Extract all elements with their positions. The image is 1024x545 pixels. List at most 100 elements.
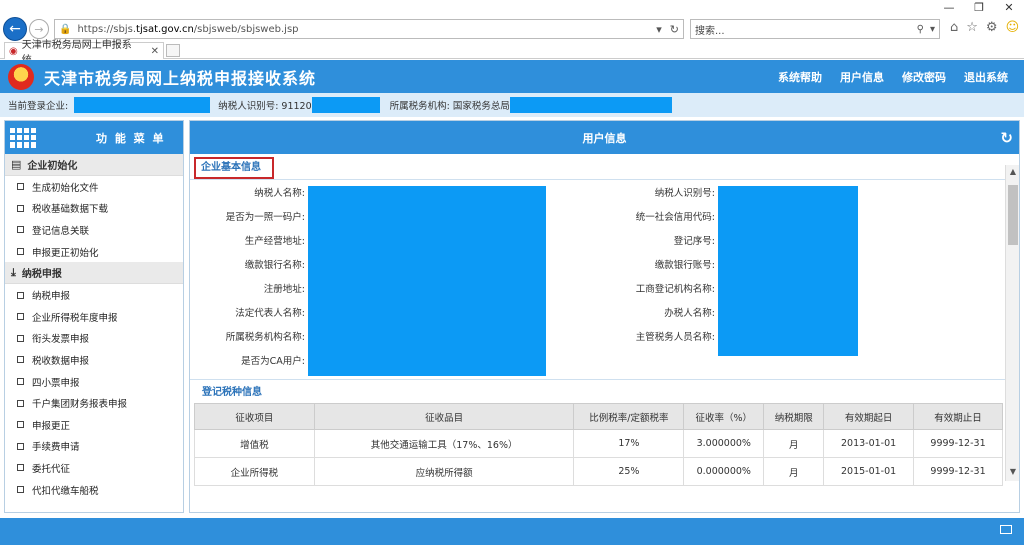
menu-item[interactable]: 四小票申报 (5, 371, 183, 393)
menu-item[interactable]: 手续费申请 (5, 436, 183, 458)
menu-item[interactable]: 企业所得税年度申报 (5, 306, 183, 328)
bullet-square-icon (17, 334, 24, 342)
section-basic-info-title: 企业基本信息 (201, 162, 261, 173)
app-header: 天津市税务局网上纳税申报接收系统 系统帮助 用户信息 修改密码 退出系统 (0, 60, 1024, 93)
grid-menu-icon (10, 127, 36, 148)
close-button[interactable]: ✕ (994, 0, 1024, 16)
redacted-right-values (718, 186, 858, 356)
settings-gear-icon[interactable]: ⚙ (986, 20, 998, 35)
bullet-square-icon (17, 204, 24, 212)
forward-arrow-icon: → (34, 22, 44, 36)
home-icon[interactable]: ⌂ (950, 20, 958, 35)
tax-type-table: 征收项目 征收品目 比例税率/定额税率 征收率（%） 纳税期限 有效期起日 有效… (194, 403, 1003, 486)
menu-item-label: 手续费申请 (32, 442, 80, 454)
table-row: 增值税 其他交通运输工具（17%、16%） 17% 3.000000% 月 20… (194, 429, 1003, 458)
bullet-square-icon (17, 421, 24, 429)
bullet-square-icon (17, 183, 24, 191)
field-label: 统一社会信用代码: (635, 212, 715, 223)
menu-item-label: 生成初始化文件 (32, 182, 99, 194)
menu-item[interactable]: 委托代征 (5, 457, 183, 479)
mail-icon[interactable] (1000, 525, 1012, 534)
panel-header: 用户信息 ↻ (190, 121, 1019, 154)
scroll-up-icon[interactable]: ▲ (1006, 167, 1019, 179)
bullet-square-icon (17, 248, 24, 256)
restore-button[interactable]: ❐ (964, 0, 994, 16)
search-icon[interactable]: ⚲ (917, 24, 924, 35)
taxpayer-id-label: 纳税人识别号: 91120 (218, 101, 312, 112)
tab-close-icon[interactable]: ✕ (151, 46, 159, 57)
field-label: 纳税人识别号: (654, 188, 715, 199)
scroll-thumb[interactable] (1008, 185, 1018, 245)
menu-item[interactable]: 纳税申报 (5, 284, 183, 306)
col-header: 有效期止日 (913, 403, 1003, 430)
field-label: 注册地址: (263, 284, 305, 295)
menu-item[interactable]: 衔头发票申报 (5, 328, 183, 350)
logout-link[interactable]: 退出系统 (964, 69, 1008, 85)
section-tax-type-title: 登记税种信息 (190, 379, 1005, 401)
field-label: 缴款银行名称: (244, 260, 305, 271)
browser-toolbar: ⌂ ☆ ⚙ ☺ (950, 20, 1019, 35)
url-path: /sbjsweb/sbjsweb.jsp (193, 23, 299, 35)
col-header: 有效期起日 (823, 403, 915, 430)
table-cell: 企业所得税 (194, 457, 315, 486)
menu-item[interactable]: 千户集团财务报表申报 (5, 392, 183, 414)
menu-group-init[interactable]: ▤ 企业初始化 (5, 154, 183, 176)
col-header: 比例税率/定额税率 (573, 403, 685, 430)
menu-item-label: 登记信息关联 (32, 225, 90, 237)
col-header: 征收项目 (194, 403, 315, 430)
refresh-icon[interactable]: ↻ (1000, 129, 1013, 147)
url-prefix: https://sbjs. (77, 23, 137, 35)
field-label: 办税人名称: (664, 308, 715, 319)
system-help-link[interactable]: 系统帮助 (778, 69, 822, 85)
panel-title: 用户信息 (582, 131, 627, 145)
field-label: 登记序号: (673, 236, 715, 247)
user-info-panel: 用户信息 ↻ 企业基本信息 纳税人名称: 是否为一照一码户: 生产经营地址: 缴… (189, 120, 1020, 513)
table-row: 企业所得税 应纳税所得额 25% 0.000000% 月 2015-01-01 … (194, 457, 1003, 486)
menu-item[interactable]: 生成初始化文件 (5, 176, 183, 198)
table-cell: 增值税 (194, 429, 315, 458)
menu-item-label: 代扣代缴车船税 (32, 485, 99, 497)
change-password-link[interactable]: 修改密码 (902, 69, 946, 85)
menu-item[interactable]: 登记信息关联 (5, 219, 183, 241)
menu-group-label: 企业初始化 (27, 161, 78, 172)
table-cell: 月 (763, 457, 825, 486)
field-label: 纳税人名称: (254, 188, 305, 199)
app-footer (0, 518, 1024, 545)
menu-group-declaration[interactable]: ⤓ 纳税申报 (5, 262, 183, 285)
bullet-square-icon (17, 313, 24, 321)
reload-icon[interactable]: ↻ (670, 23, 679, 36)
search-placeholder: 搜索... (695, 25, 725, 37)
search-dropdown-icon[interactable]: ▾ (930, 24, 935, 35)
feedback-smile-icon[interactable]: ☺ (1006, 20, 1020, 35)
vertical-scrollbar[interactable]: ▲ ▼ (1005, 165, 1019, 481)
sidebar-header: 功 能 菜 单 (5, 121, 183, 154)
user-info-link[interactable]: 用户信息 (840, 69, 884, 85)
scroll-down-icon[interactable]: ▼ (1006, 467, 1019, 479)
menu-item[interactable]: 税收基础数据下载 (5, 198, 183, 220)
table-cell: 2013-01-01 (823, 429, 915, 458)
search-box[interactable]: 搜索... ⚲ ▾ (690, 19, 940, 39)
col-header: 征收率（%） (683, 403, 765, 430)
browser-tab[interactable]: ◉ 天津市税务局网上申报系统... ✕ (4, 40, 164, 66)
dropdown-icon[interactable]: ▾ (656, 23, 662, 36)
tab-row: ◉ 天津市税务局网上申报系统... ✕ (0, 40, 1024, 66)
company-value-mask (74, 97, 211, 113)
favorites-icon[interactable]: ☆ (966, 20, 978, 35)
address-bar[interactable]: 🔒 https://sbjs. tjsat.gov.cn/sbjsweb/sbjs… (54, 19, 684, 39)
taxpayer-id-mask (311, 97, 380, 113)
sidebar-title: 功 能 菜 单 (96, 131, 166, 145)
bullet-square-icon (17, 442, 24, 450)
login-info-bar: 当前登录企业: 纳税人识别号: 91120 所属税务机构: 国家税务总局 (0, 93, 1024, 117)
bullet-square-icon (17, 378, 24, 386)
menu-item[interactable]: 申报更正 (5, 414, 183, 436)
menu-item[interactable]: 代扣代缴车船税 (5, 479, 183, 501)
menu-item[interactable]: 申报更正初始化 (5, 241, 183, 263)
back-arrow-icon: ← (9, 21, 21, 37)
new-tab-button[interactable] (166, 44, 180, 57)
menu-item[interactable]: 税收数据申报 (5, 349, 183, 371)
menu-item-label: 税收数据申报 (32, 355, 90, 367)
table-cell: 3.000000% (683, 429, 765, 458)
table-cell: 月 (763, 429, 825, 458)
app-title: 天津市税务局网上纳税申报接收系统 (44, 68, 317, 88)
minimize-button[interactable]: — (934, 0, 964, 16)
